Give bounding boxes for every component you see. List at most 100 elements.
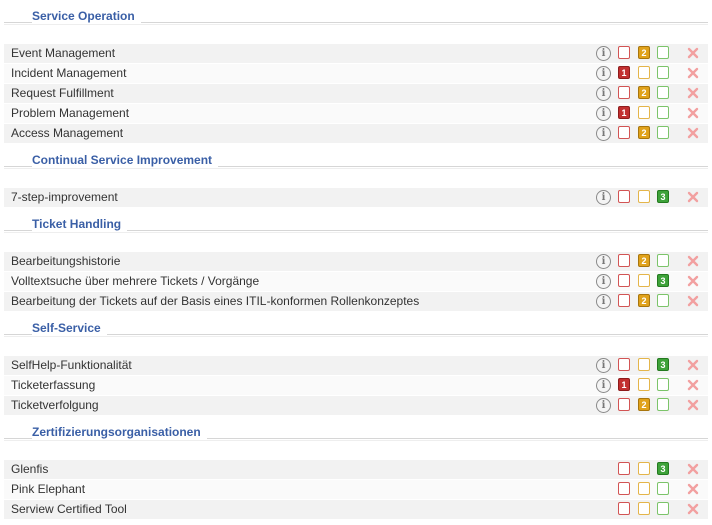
rating-box-3[interactable]: 3 xyxy=(657,190,669,203)
info-icon[interactable]: i xyxy=(596,398,611,413)
item-label: Problem Management xyxy=(11,106,130,120)
rating-box-1[interactable] xyxy=(618,398,630,411)
delete-x-icon[interactable] xyxy=(687,359,699,371)
rating-box-2[interactable]: 2 xyxy=(638,294,650,307)
rating-box-1[interactable] xyxy=(618,274,630,287)
list-item: Event Management i 2 xyxy=(4,44,708,63)
section-divider xyxy=(4,24,708,25)
rating-box-3[interactable] xyxy=(657,46,669,59)
rating-box-2[interactable] xyxy=(638,190,650,203)
section-header: Zertifizierungsorganisationen xyxy=(4,424,708,442)
item-label: Incident Management xyxy=(11,66,127,80)
rating-box-2[interactable]: 2 xyxy=(638,398,650,411)
rating-box-3[interactable] xyxy=(657,378,669,391)
delete-x-icon[interactable] xyxy=(687,87,699,99)
rating-box-2[interactable]: 2 xyxy=(638,254,650,267)
delete-x-icon[interactable] xyxy=(687,127,699,139)
list-item: Volltextsuche über mehrere Tickets / Vor… xyxy=(4,272,708,291)
rating-box-1[interactable] xyxy=(618,502,630,515)
list-item: Access Management i 2 xyxy=(4,124,708,143)
rating-box-2[interactable]: 2 xyxy=(638,46,650,59)
section-header: Continual Service Improvement xyxy=(4,152,708,170)
rating-box-3[interactable]: 3 xyxy=(657,358,669,371)
list-item: Ticketverfolgung i 2 xyxy=(4,396,708,415)
delete-x-icon[interactable] xyxy=(687,483,699,495)
section-title: Self-Service xyxy=(32,320,107,336)
rating-box-1[interactable] xyxy=(618,294,630,307)
rating-box-1[interactable] xyxy=(618,86,630,99)
rating-box-2[interactable] xyxy=(638,482,650,495)
item-label: SelfHelp-Funktionalität xyxy=(11,358,132,372)
rating-box-3[interactable]: 3 xyxy=(657,462,669,475)
section-title: Ticket Handling xyxy=(32,216,128,232)
rating-box-2[interactable]: 2 xyxy=(638,86,650,99)
delete-x-icon[interactable] xyxy=(687,295,699,307)
delete-x-icon[interactable] xyxy=(687,503,699,515)
delete-x-icon[interactable] xyxy=(687,275,699,287)
rating-box-3[interactable] xyxy=(657,86,669,99)
section-divider xyxy=(4,334,708,335)
rating-box-1[interactable]: 1 xyxy=(618,378,630,391)
info-icon[interactable]: i xyxy=(596,254,611,269)
delete-x-icon[interactable] xyxy=(687,191,699,203)
info-icon[interactable]: i xyxy=(596,358,611,373)
rating-box-2[interactable] xyxy=(638,378,650,391)
section-header: Service Operation xyxy=(4,8,708,26)
rating-box-1[interactable] xyxy=(618,358,630,371)
rating-box-3[interactable] xyxy=(657,106,669,119)
rating-box-1[interactable] xyxy=(618,254,630,267)
section-header: Ticket Handling xyxy=(4,216,708,234)
info-icon[interactable]: i xyxy=(596,86,611,101)
rating-box-3[interactable] xyxy=(657,502,669,515)
list-item: Request Fulfillment i 2 xyxy=(4,84,708,103)
rating-box-3[interactable] xyxy=(657,294,669,307)
rating-box-3[interactable] xyxy=(657,126,669,139)
item-label: Bearbeitung der Tickets auf der Basis ei… xyxy=(11,294,420,308)
rating-box-2[interactable] xyxy=(638,358,650,371)
rating-box-2[interactable] xyxy=(638,66,650,79)
list-item: Serview Certified Tool xyxy=(4,500,708,519)
info-icon[interactable]: i xyxy=(596,190,611,205)
rating-box-1[interactable] xyxy=(618,462,630,475)
item-label: Serview Certified Tool xyxy=(11,502,127,516)
rating-box-1[interactable]: 1 xyxy=(618,106,630,119)
item-label: Volltextsuche über mehrere Tickets / Vor… xyxy=(11,274,260,288)
rating-box-3[interactable] xyxy=(657,482,669,495)
item-label: Glenfis xyxy=(11,462,49,476)
info-icon[interactable]: i xyxy=(596,294,611,309)
rating-box-1[interactable] xyxy=(618,482,630,495)
rating-box-2[interactable] xyxy=(638,502,650,515)
delete-x-icon[interactable] xyxy=(687,379,699,391)
section-header: Self-Service xyxy=(4,320,708,338)
delete-x-icon[interactable] xyxy=(687,399,699,411)
delete-x-icon[interactable] xyxy=(687,67,699,79)
info-icon[interactable]: i xyxy=(596,106,611,121)
info-icon[interactable]: i xyxy=(596,274,611,289)
rating-box-1[interactable] xyxy=(618,126,630,139)
rating-box-3[interactable] xyxy=(657,398,669,411)
list-item: Ticketerfassung i 1 xyxy=(4,376,708,395)
rating-box-2[interactable]: 2 xyxy=(638,126,650,139)
list-item: Pink Elephant xyxy=(4,480,708,499)
delete-x-icon[interactable] xyxy=(687,463,699,475)
info-icon[interactable]: i xyxy=(596,126,611,141)
rating-box-2[interactable] xyxy=(638,462,650,475)
delete-x-icon[interactable] xyxy=(687,47,699,59)
rating-box-3[interactable] xyxy=(657,254,669,267)
list-item: Glenfis 3 xyxy=(4,460,708,479)
list-item: Bearbeitung der Tickets auf der Basis ei… xyxy=(4,292,708,311)
rating-box-2[interactable] xyxy=(638,274,650,287)
info-icon[interactable]: i xyxy=(596,46,611,61)
info-icon[interactable]: i xyxy=(596,66,611,81)
section-divider xyxy=(4,168,708,169)
list-item: SelfHelp-Funktionalität i 3 xyxy=(4,356,708,375)
info-icon[interactable]: i xyxy=(596,378,611,393)
delete-x-icon[interactable] xyxy=(687,107,699,119)
rating-box-1[interactable] xyxy=(618,46,630,59)
rating-box-3[interactable]: 3 xyxy=(657,274,669,287)
rating-box-1[interactable]: 1 xyxy=(618,66,630,79)
rating-box-1[interactable] xyxy=(618,190,630,203)
rating-box-2[interactable] xyxy=(638,106,650,119)
rating-box-3[interactable] xyxy=(657,66,669,79)
delete-x-icon[interactable] xyxy=(687,255,699,267)
